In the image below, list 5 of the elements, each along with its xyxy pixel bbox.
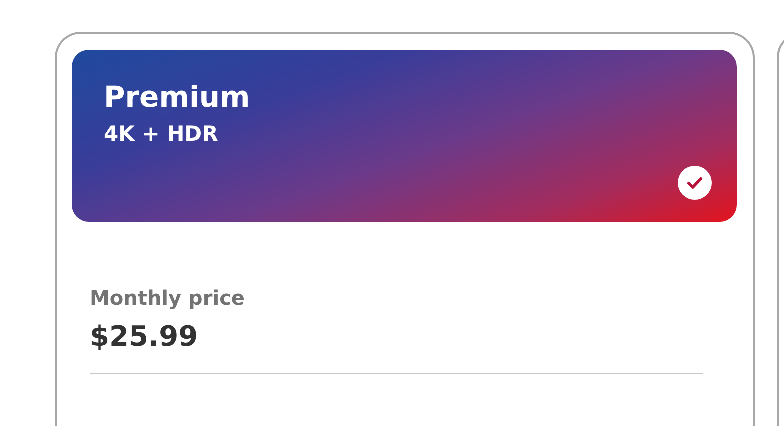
- plan-card[interactable]: Premium 4K + HDR Monthly price $25.99: [55, 32, 755, 426]
- plan-quality: 4K + HDR: [104, 122, 218, 146]
- price-label: Monthly price: [90, 286, 245, 310]
- price-value: $25.99: [90, 320, 198, 353]
- plan-name: Premium: [104, 80, 250, 114]
